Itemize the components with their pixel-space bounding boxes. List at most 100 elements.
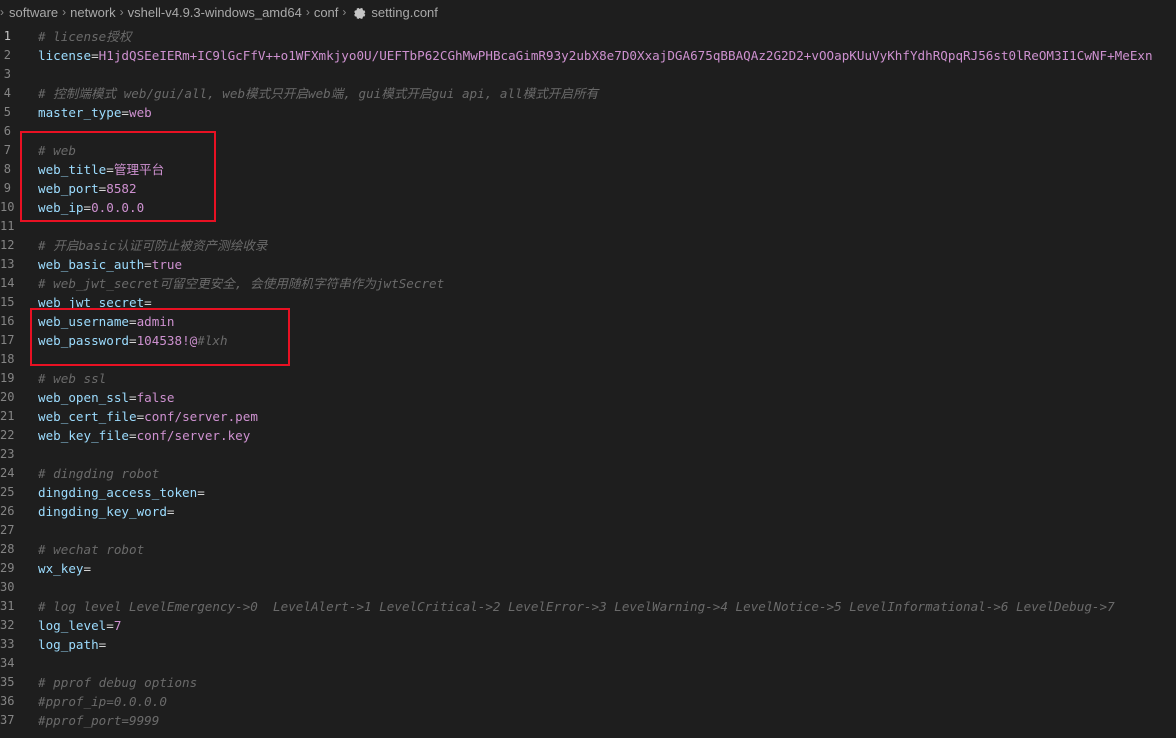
- config-value: 7: [113, 618, 122, 633]
- equals-sign: =: [91, 48, 99, 63]
- code-line[interactable]: 28 # wechat robot: [0, 540, 1176, 559]
- code-line[interactable]: 26 dingding_key_word=: [0, 502, 1176, 521]
- code-line[interactable]: 2 license=H1jdQSEeIERm+IC9lGcFfV++o1WFXmk…: [0, 46, 1176, 65]
- line-content: master_type=web: [38, 103, 152, 122]
- code-line[interactable]: 30: [0, 578, 1176, 597]
- breadcrumb-item-network[interactable]: network: [70, 5, 116, 20]
- line-number: 20: [0, 390, 15, 404]
- line-content: # web ssl: [38, 369, 106, 388]
- code-line[interactable]: 33 log_path=: [0, 635, 1176, 654]
- code-line[interactable]: 12 # 开启basic认证可防止被资产测绘收录: [0, 236, 1176, 255]
- code-line[interactable]: 36 #pprof_ip=0.0.0.0: [0, 692, 1176, 711]
- line-number: 8: [3, 162, 11, 176]
- line-content: # 开启basic认证可防止被资产测绘收录: [38, 236, 267, 255]
- equals-sign: =: [144, 295, 152, 310]
- line-content: web_port=8582: [38, 179, 137, 198]
- line-number: 14: [0, 276, 15, 290]
- code-line[interactable]: 24 # dingding robot: [0, 464, 1176, 483]
- code-line[interactable]: 3: [0, 65, 1176, 84]
- code-line[interactable]: 17 web_password=104538!@#lxh: [0, 331, 1176, 350]
- equals-sign: =: [129, 333, 137, 348]
- line-content: web_jwt_secret=: [38, 293, 152, 312]
- line-number: 26: [0, 504, 15, 518]
- code-line[interactable]: 25 dingding_access_token=: [0, 483, 1176, 502]
- line-number: 31: [0, 599, 15, 613]
- line-number: 15: [0, 295, 15, 309]
- code-line[interactable]: 10 web_ip=0.0.0.0: [0, 198, 1176, 217]
- config-key: web_cert_file: [38, 409, 137, 424]
- code-line[interactable]: 32 log_level=7: [0, 616, 1176, 635]
- code-line[interactable]: 14 # web_jwt_secret可留空更安全, 会使用随机字符串作为jwtS…: [0, 274, 1176, 293]
- code-line[interactable]: 6: [0, 122, 1176, 141]
- code-line[interactable]: 16 web_username=admin: [0, 312, 1176, 331]
- code-line[interactable]: 31 # log level LevelEmergency->0 LevelAle…: [0, 597, 1176, 616]
- code-line[interactable]: 15 web_jwt_secret=: [0, 293, 1176, 312]
- config-key: dingding_access_token: [38, 485, 198, 500]
- breadcrumb-item-file[interactable]: setting.conf: [371, 5, 438, 20]
- line-number: 6: [3, 124, 11, 138]
- code-line[interactable]: 29 wx_key=: [0, 559, 1176, 578]
- config-value: web: [129, 105, 152, 120]
- config-key: web_username: [38, 314, 129, 329]
- code-line[interactable]: 23: [0, 445, 1176, 464]
- config-key: master_type: [38, 105, 122, 120]
- equals-sign: =: [106, 162, 114, 177]
- config-value: admin: [136, 314, 175, 329]
- equals-sign: =: [166, 504, 175, 519]
- line-content: license=H1jdQSEeIERm+IC9lGcFfV++o1WFXmkj…: [38, 46, 1153, 65]
- breadcrumb-item-software[interactable]: software: [9, 5, 58, 20]
- code-line[interactable]: 37 #pprof_port=9999: [0, 711, 1176, 730]
- config-key: license: [38, 48, 92, 63]
- code-line[interactable]: 5 master_type=web: [0, 103, 1176, 122]
- code-line[interactable]: 11: [0, 217, 1176, 236]
- breadcrumb-chevron-icon: ›: [119, 5, 124, 19]
- line-content: web_open_ssl=false: [38, 388, 175, 407]
- code-line[interactable]: 34: [0, 654, 1176, 673]
- code-line[interactable]: 18: [0, 350, 1176, 369]
- code-editor[interactable]: 1 # license授权 2 license=H1jdQSEeIERm+IC9lGc…: [0, 24, 1176, 738]
- equals-sign: =: [197, 485, 205, 500]
- line-number: 13: [0, 257, 15, 271]
- line-content: #pprof_port=9999: [38, 711, 159, 730]
- line-number: 32: [0, 618, 15, 632]
- line-content: # pprof debug options: [38, 673, 197, 692]
- config-key: dingding_key_word: [38, 504, 167, 519]
- config-key: log_path: [38, 637, 99, 652]
- line-number: 28: [0, 542, 15, 556]
- config-value: false: [136, 390, 175, 405]
- line-content: # web_jwt_secret可留空更安全, 会使用随机字符串作为jwtSec…: [38, 274, 444, 293]
- equals-sign: =: [121, 105, 129, 120]
- code-line[interactable]: 35 # pprof debug options: [0, 673, 1176, 692]
- comment-text: # 控制端模式 web/gui/all, web模式只开启web端, gui模式…: [38, 86, 599, 101]
- breadcrumb-chevron-icon: ›: [0, 5, 4, 19]
- line-number: 5: [3, 105, 11, 119]
- code-line[interactable]: 13 web_basic_auth=true: [0, 255, 1176, 274]
- config-key: web_port: [38, 181, 99, 196]
- code-line[interactable]: 9 web_port=8582: [0, 179, 1176, 198]
- config-key: web_ip: [38, 200, 84, 215]
- code-line[interactable]: 20 web_open_ssl=false: [0, 388, 1176, 407]
- config-key: log_level: [38, 618, 107, 633]
- line-content: web_basic_auth=true: [38, 255, 182, 274]
- code-line[interactable]: 21 web_cert_file=conf/server.pem: [0, 407, 1176, 426]
- line-number: 22: [0, 428, 15, 442]
- equals-sign: =: [83, 200, 92, 215]
- config-key: web_password: [38, 333, 129, 348]
- code-line[interactable]: 4 # 控制端模式 web/gui/all, web模式只开启web端, gui模…: [0, 84, 1176, 103]
- breadcrumb-item-conf[interactable]: conf: [314, 5, 339, 20]
- code-line[interactable]: 7 # web: [0, 141, 1176, 160]
- comment-text: # web ssl: [38, 371, 107, 386]
- line-number: 21: [0, 409, 15, 423]
- line-content: dingding_key_word=: [38, 502, 175, 521]
- line-number: 37: [0, 713, 15, 727]
- equals-sign: =: [144, 257, 152, 272]
- code-line[interactable]: 27: [0, 521, 1176, 540]
- equals-sign: =: [106, 618, 114, 633]
- line-number: 19: [0, 371, 15, 385]
- breadcrumb-item-vshell[interactable]: vshell-v4.9.3-windows_amd64: [128, 5, 302, 20]
- line-content: log_level=7: [38, 616, 121, 635]
- code-line[interactable]: 8 web_title=管理平台: [0, 160, 1176, 179]
- code-line[interactable]: 1 # license授权: [0, 27, 1176, 46]
- code-line[interactable]: 22 web_key_file=conf/server.key: [0, 426, 1176, 445]
- code-line[interactable]: 19 # web ssl: [0, 369, 1176, 388]
